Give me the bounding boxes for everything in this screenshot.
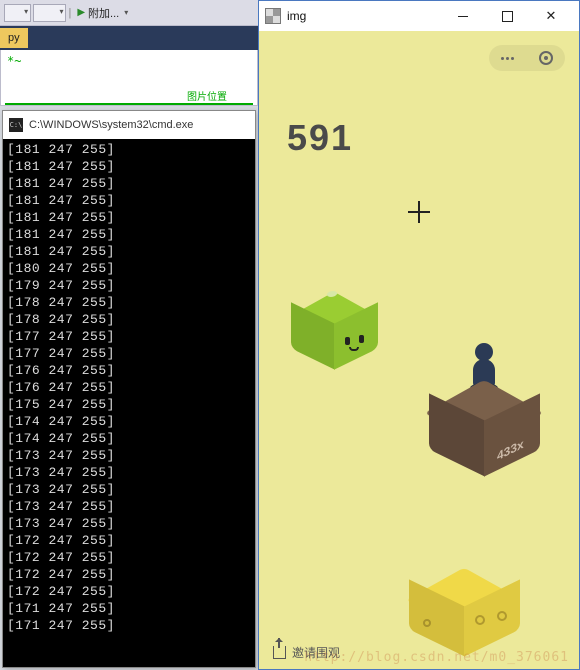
- maximize-button[interactable]: [485, 2, 529, 30]
- vs-toolbar: | ▶ 附加... ▾: [0, 0, 258, 26]
- yellow-block: [409, 559, 519, 659]
- cmd-window: C:\ C:\WINDOWS\system32\cmd.exe [181 247…: [2, 110, 256, 668]
- editor-green-bar: [5, 103, 253, 105]
- more-icon[interactable]: [501, 57, 514, 60]
- green-block: [291, 285, 377, 375]
- target-icon[interactable]: [539, 51, 553, 65]
- vs-dropdown-1[interactable]: [4, 4, 31, 22]
- cmd-titlebar[interactable]: C:\ C:\WINDOWS\system32\cmd.exe: [3, 111, 255, 139]
- close-button[interactable]: [529, 2, 573, 30]
- editor-line: *~: [7, 54, 251, 68]
- cmd-icon: C:\: [9, 118, 23, 132]
- game-canvas: 591 433x 邀请围观 http://blog.csdn.net/m0_37…: [259, 31, 579, 669]
- miniprogram-pill[interactable]: [489, 45, 565, 71]
- vs-dropdown-2[interactable]: [33, 4, 66, 22]
- editor-green-hint: 图片位置: [187, 88, 227, 103]
- img-titlebar[interactable]: img: [259, 1, 579, 31]
- img-window: img 591 433x 邀请围: [258, 0, 580, 670]
- share-icon: [273, 646, 286, 659]
- img-window-icon: [265, 8, 281, 24]
- tab-py[interactable]: py: [0, 28, 28, 48]
- editor-tabstrip: py: [0, 26, 258, 50]
- crosshair-icon: [408, 201, 430, 223]
- editor-body[interactable]: *~ 图片位置: [0, 50, 258, 106]
- attach-button[interactable]: ▶ 附加... ▾: [73, 5, 132, 21]
- brown-block: 433x: [429, 371, 539, 481]
- attach-label: 附加...: [88, 5, 119, 21]
- cmd-output[interactable]: [181 247 255] [181 247 255] [181 247 255…: [3, 139, 255, 667]
- score-display: 591: [287, 117, 353, 159]
- img-title-text: img: [287, 9, 306, 23]
- play-icon: ▶: [77, 7, 85, 18]
- cmd-title-text: C:\WINDOWS\system32\cmd.exe: [29, 119, 193, 131]
- minimize-button[interactable]: [441, 2, 485, 30]
- watermark: http://blog.csdn.net/m0_376061: [304, 650, 569, 665]
